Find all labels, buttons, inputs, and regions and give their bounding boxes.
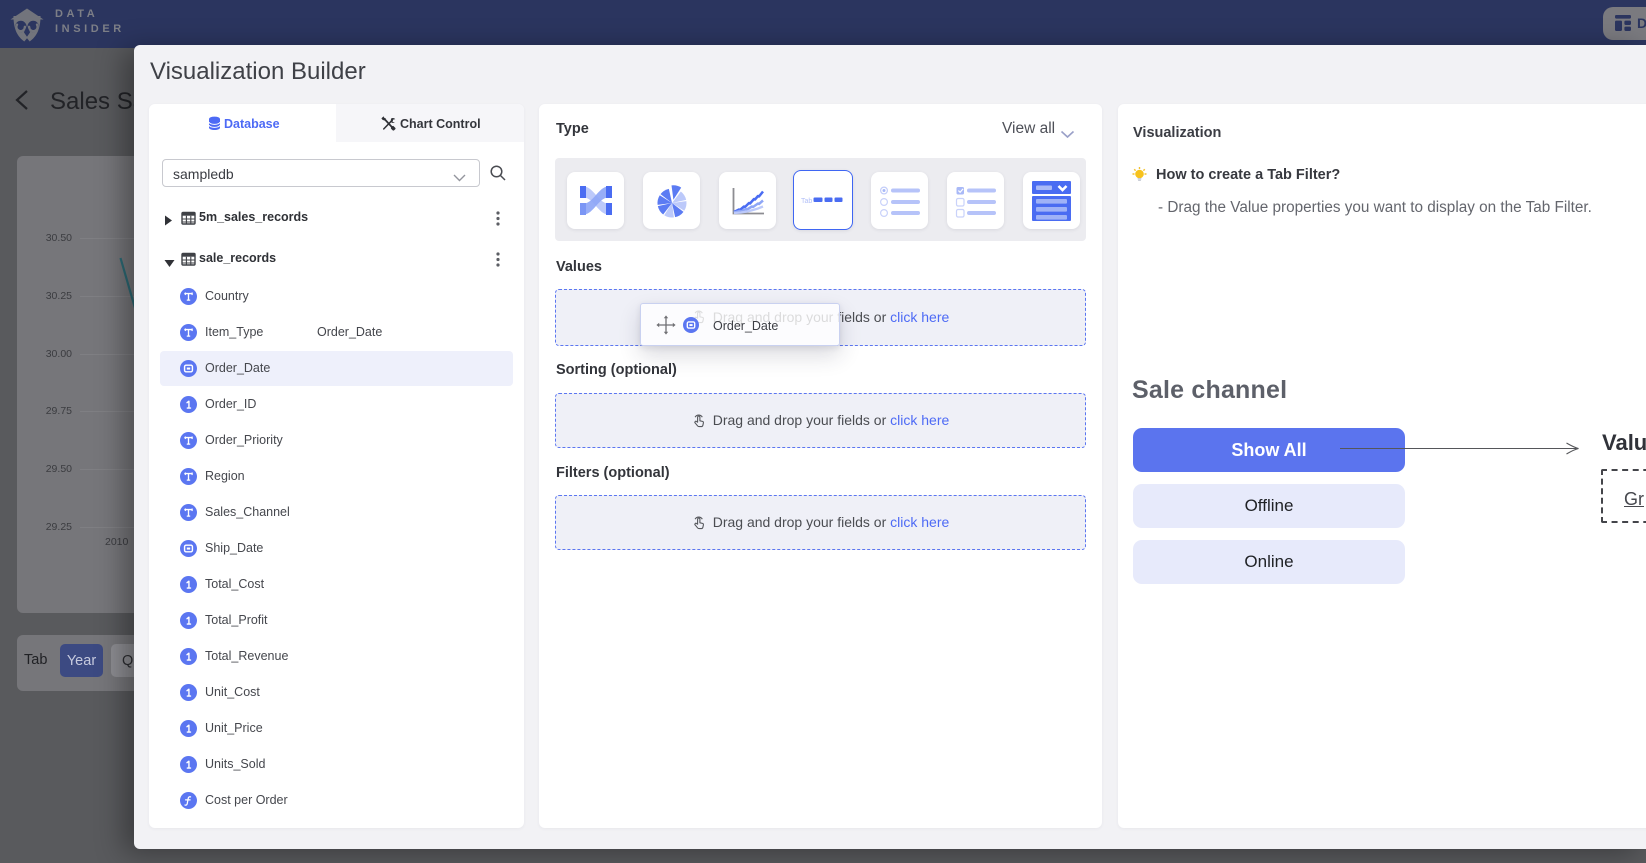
svg-text:Tab: Tab bbox=[801, 198, 812, 205]
